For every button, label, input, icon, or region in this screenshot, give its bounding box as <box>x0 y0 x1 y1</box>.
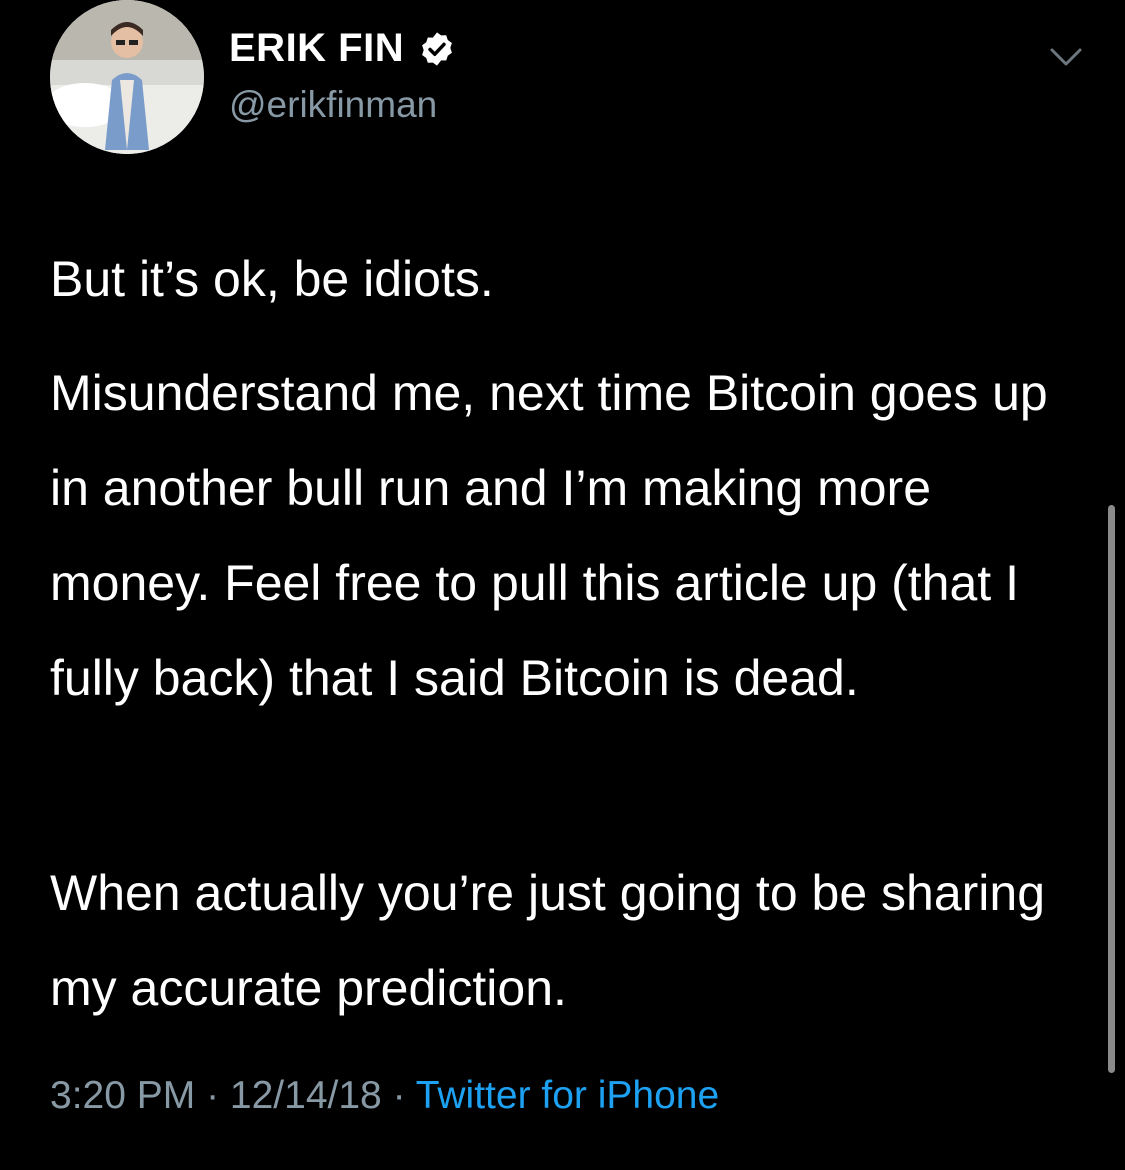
tweet-header: ERIK FIN @erikfinman <box>0 0 1125 170</box>
name-row: ERIK FIN <box>229 26 456 71</box>
display-name[interactable]: ERIK FIN <box>229 26 404 71</box>
tweet-paragraph: Misunderstand me, next time Bitcoin goes… <box>50 365 1048 706</box>
tweet-metadata: 3:20 PM · 12/14/18 · Twitter for iPhone <box>50 1074 719 1118</box>
tweet-date: 12/14/18 <box>229 1074 382 1117</box>
scrollbar[interactable] <box>1108 505 1115 1073</box>
meta-separator: · <box>195 1074 230 1117</box>
tweet-time: 3:20 PM <box>50 1074 196 1117</box>
verified-badge-icon <box>418 30 456 68</box>
avatar-photo-icon <box>50 0 204 154</box>
avatar[interactable] <box>50 0 204 154</box>
meta-separator: · <box>381 1074 416 1117</box>
chevron-down-icon[interactable] <box>1046 42 1086 72</box>
tweet-source-link[interactable]: Twitter for iPhone <box>416 1074 719 1117</box>
tweet-paragraph: When actually you’re just going to be sh… <box>50 865 1046 1016</box>
tweet-paragraph: But it’s ok, be idiots. <box>50 251 494 307</box>
user-handle[interactable]: @erikfinman <box>229 84 437 126</box>
